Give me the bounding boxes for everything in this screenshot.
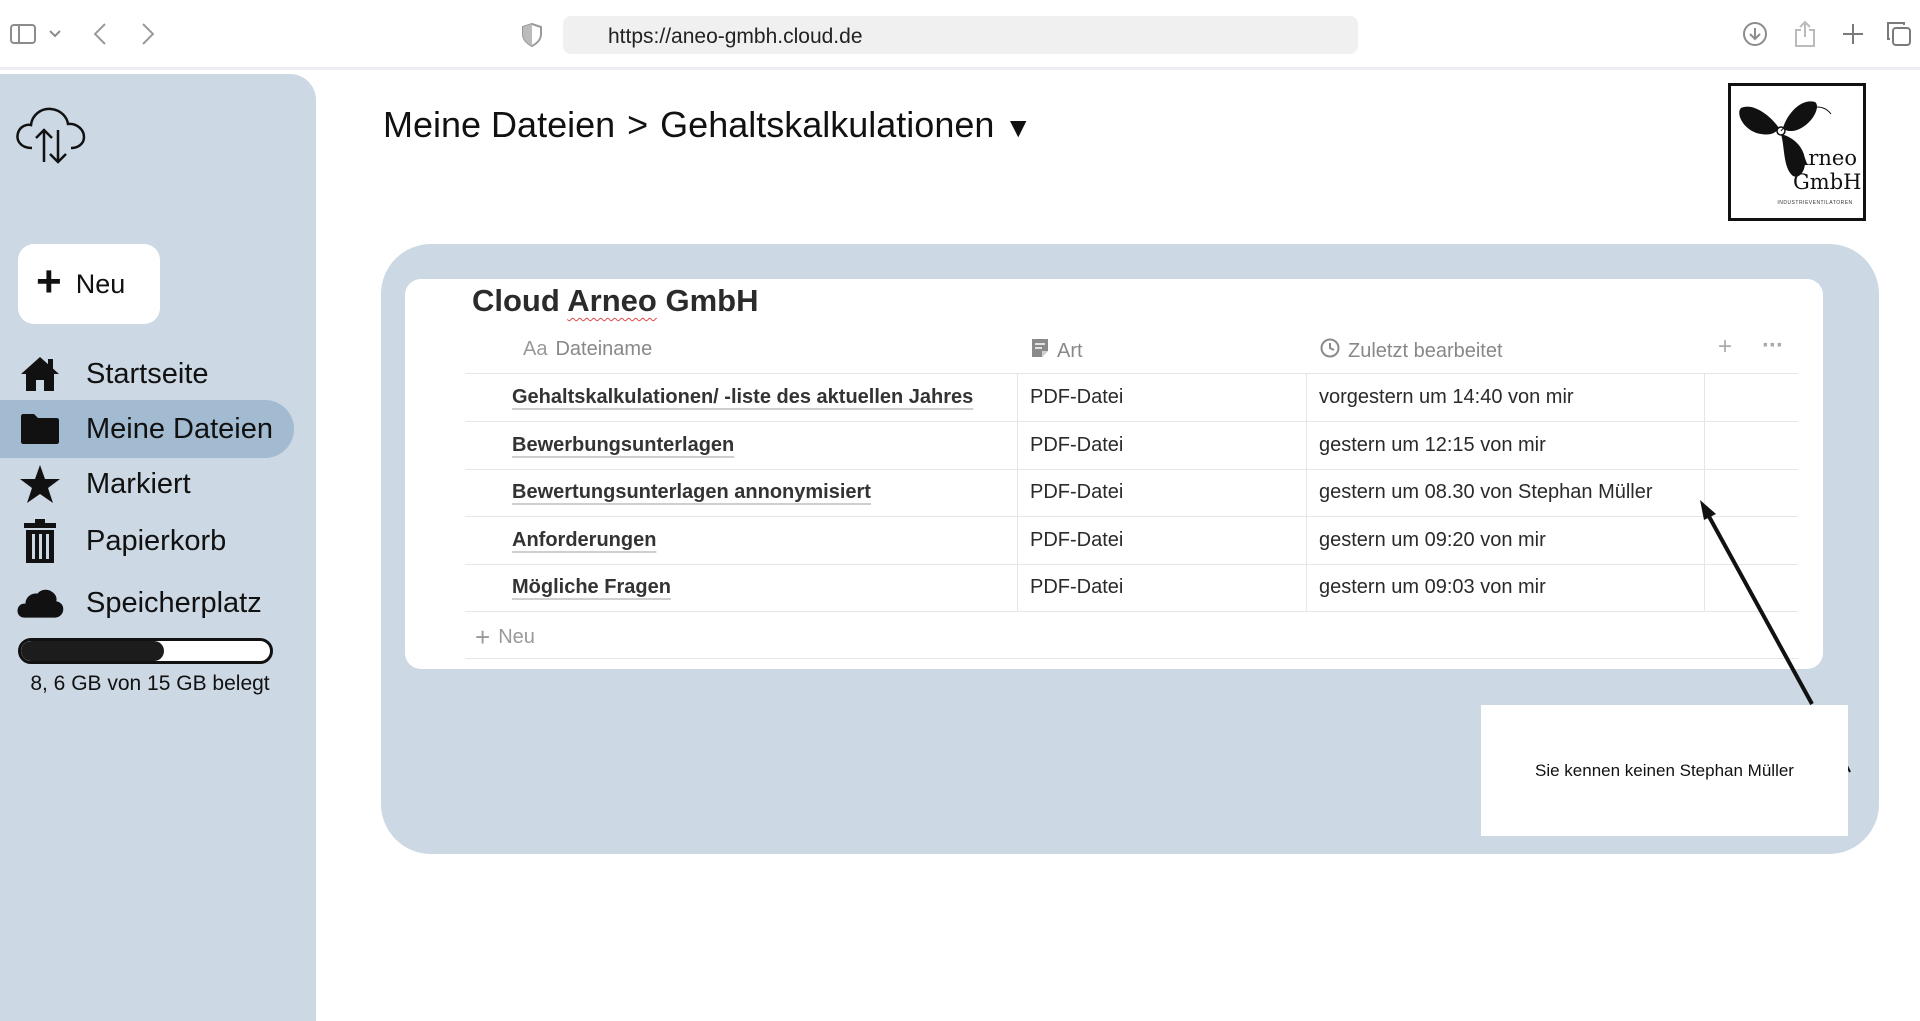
annotation-note: Sie kennen keinen Stephan Müller (1481, 705, 1848, 836)
annotation-arrow (1700, 500, 1851, 773)
